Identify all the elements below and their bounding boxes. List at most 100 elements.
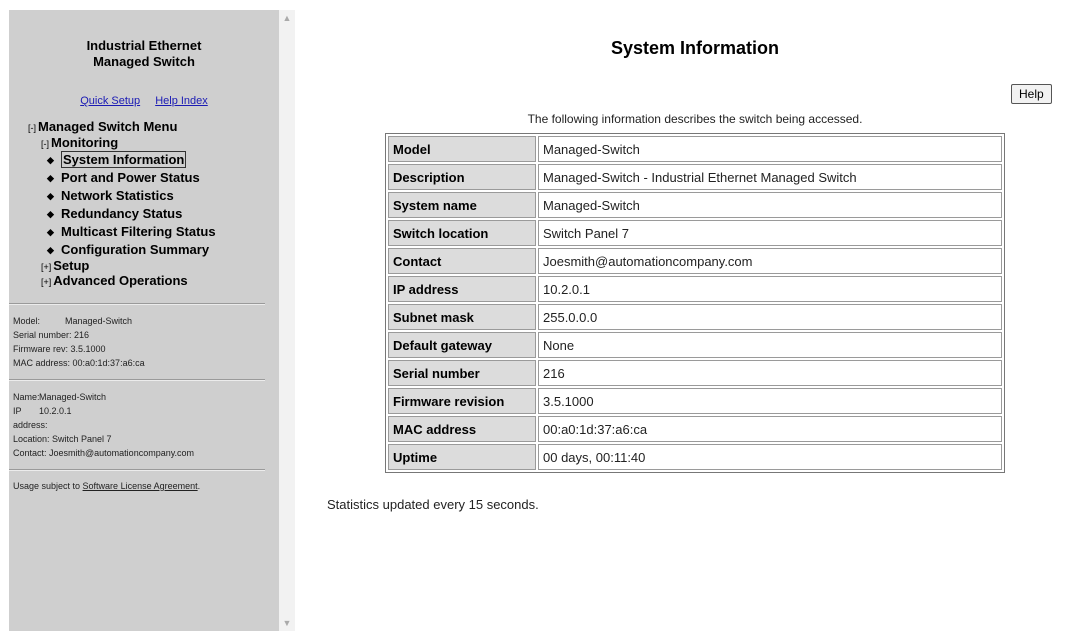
table-row: Firmware revision 3.5.1000	[388, 388, 1002, 414]
table-row: Subnet mask 255.0.0.0	[388, 304, 1002, 330]
table-row: Model Managed-Switch	[388, 136, 1002, 162]
row-label: Uptime	[388, 444, 536, 470]
quick-links: Quick Setup Help Index	[9, 95, 279, 107]
firmware-rev: Firmware rev: 3.5.1000	[13, 344, 106, 354]
menu-monitoring[interactable]: [-] Monitoring	[9, 136, 279, 151]
row-value: Managed-Switch	[538, 192, 1002, 218]
scroll-up-icon[interactable]: ▲	[281, 12, 293, 24]
contact: Contact: Joesmith@automationcompany.com	[13, 448, 195, 458]
row-value: Managed-Switch - Industrial Ethernet Man…	[538, 164, 1002, 190]
divider	[9, 469, 265, 471]
row-label: Default gateway	[388, 332, 536, 358]
row-label: Description	[388, 164, 536, 190]
license-suffix: .	[197, 481, 201, 491]
menu-item-label[interactable]: Port and Power Status	[61, 170, 200, 185]
menu-advanced-label[interactable]: Advanced Operations	[53, 273, 187, 288]
row-value: Joesmith@automationcompany.com	[538, 248, 1002, 274]
system-info-table: Model Managed-Switch Description Managed-S…	[385, 133, 1005, 473]
row-value: 00 days, 00:11:40	[538, 444, 1002, 470]
table-row: MAC address 00:a0:1d:37:a6:ca	[388, 416, 1002, 442]
divider	[9, 379, 265, 381]
row-value: 216	[538, 360, 1002, 386]
device-info: Model: Managed-Switch Serial number: 216 …	[9, 314, 279, 370]
menu-item-label[interactable]: Redundancy Status	[61, 206, 182, 221]
menu-monitoring-label[interactable]: Monitoring	[51, 135, 118, 150]
name-key: Name:	[13, 392, 40, 402]
row-label: Firmware revision	[388, 388, 536, 414]
row-label: MAC address	[388, 416, 536, 442]
table-row: IP address 10.2.0.1	[388, 276, 1002, 302]
table-row: Description Managed-Switch - Industrial E…	[388, 164, 1002, 190]
diamond-bullet-icon: ◆	[47, 245, 54, 255]
row-label: Contact	[388, 248, 536, 274]
menu-setup[interactable]: [+] Setup	[9, 259, 279, 274]
table-row: System name Managed-Switch	[388, 192, 1002, 218]
divider	[9, 303, 265, 305]
diamond-bullet-icon: ◆	[47, 191, 54, 201]
ip-value: 10.2.0.1	[39, 406, 72, 416]
ip-key: IP	[13, 406, 22, 416]
row-label: System name	[388, 192, 536, 218]
name-value: Managed-Switch	[39, 392, 107, 402]
menu-root-label[interactable]: Managed Switch Menu	[38, 119, 177, 134]
row-value: 00:a0:1d:37:a6:ca	[538, 416, 1002, 442]
ip-key-suffix: address:	[13, 420, 48, 430]
row-value: Switch Panel 7	[538, 220, 1002, 246]
expand-toggle-icon[interactable]: [+]	[41, 262, 51, 272]
brand-title: Industrial Ethernet Managed Switch	[9, 38, 279, 70]
row-value: 10.2.0.1	[538, 276, 1002, 302]
scroll-down-icon[interactable]: ▼	[281, 617, 293, 629]
location: Location: Switch Panel 7	[13, 434, 112, 444]
table-row: Uptime 00 days, 00:11:40	[388, 444, 1002, 470]
table-row: Default gateway None	[388, 332, 1002, 358]
row-label: Serial number	[388, 360, 536, 386]
license-note: Usage subject to Software License Agreem…	[9, 480, 279, 493]
identity-info: Name:Managed-Switch IP 10.2.0.1 address: …	[9, 390, 279, 460]
row-label: Switch location	[388, 220, 536, 246]
menu-item-port-power-status[interactable]: ◆ Port and Power Status	[9, 169, 279, 187]
row-label: IP address	[388, 276, 536, 302]
row-value: Managed-Switch	[538, 136, 1002, 162]
model-key: Model:	[13, 316, 41, 326]
brand-line1: Industrial Ethernet	[86, 38, 202, 53]
page-title: System Information	[610, 38, 780, 58]
software-license-link[interactable]: Software License Agreement	[83, 481, 198, 491]
collapse-toggle-icon[interactable]: [-]	[41, 139, 49, 149]
expand-toggle-icon[interactable]: [+]	[41, 277, 51, 287]
brand-line2: Managed Switch	[93, 54, 195, 69]
menu-item-label[interactable]: System Information	[61, 151, 187, 168]
help-index-link[interactable]: Help Index	[155, 95, 208, 107]
row-label: Model	[388, 136, 536, 162]
license-prefix: Usage subject to	[13, 481, 83, 491]
model-value: Managed-Switch	[65, 316, 133, 326]
menu-item-label[interactable]: Network Statistics	[61, 188, 174, 203]
diamond-bullet-icon: ◆	[47, 227, 54, 237]
table-row: Contact Joesmith@automationcompany.com	[388, 248, 1002, 274]
mac-address: MAC address: 00:a0:1d:37:a6:ca	[13, 358, 145, 368]
diamond-bullet-icon: ◆	[47, 209, 54, 219]
diamond-bullet-icon: ◆	[47, 155, 54, 165]
intro-text: The following information describes the …	[527, 112, 863, 126]
sidebar-scrollbar[interactable]: ▲ ▼	[279, 10, 295, 631]
menu-item-network-statistics[interactable]: ◆ Network Statistics	[9, 187, 279, 205]
table-row: Switch location Switch Panel 7	[388, 220, 1002, 246]
menu-setup-label[interactable]: Setup	[53, 258, 89, 273]
menu-advanced-operations[interactable]: [+] Advanced Operations	[9, 274, 279, 289]
help-button[interactable]: Help	[1011, 84, 1052, 104]
menu-item-multicast-filtering-status[interactable]: ◆ Multicast Filtering Status	[9, 223, 279, 241]
diamond-bullet-icon: ◆	[47, 173, 54, 183]
quick-setup-link[interactable]: Quick Setup	[80, 95, 140, 107]
menu-item-redundancy-status[interactable]: ◆ Redundancy Status	[9, 205, 279, 223]
menu-item-system-information[interactable]: ◆ System Information	[9, 151, 279, 169]
menu-item-configuration-summary[interactable]: ◆ Configuration Summary	[9, 241, 279, 259]
row-value: 255.0.0.0	[538, 304, 1002, 330]
serial-number: Serial number: 216	[13, 330, 90, 340]
collapse-toggle-icon[interactable]: [-]	[28, 123, 36, 133]
table-row: Serial number 216	[388, 360, 1002, 386]
navigation-menu: [-] Managed Switch Menu [-] Monitoring ◆ Sy…	[9, 119, 279, 289]
menu-item-label[interactable]: Configuration Summary	[61, 242, 209, 257]
row-label: Subnet mask	[388, 304, 536, 330]
menu-item-label[interactable]: Multicast Filtering Status	[61, 224, 216, 239]
menu-root[interactable]: [-] Managed Switch Menu	[9, 119, 279, 136]
sidebar: Industrial Ethernet Managed Switch Quick…	[9, 10, 279, 631]
